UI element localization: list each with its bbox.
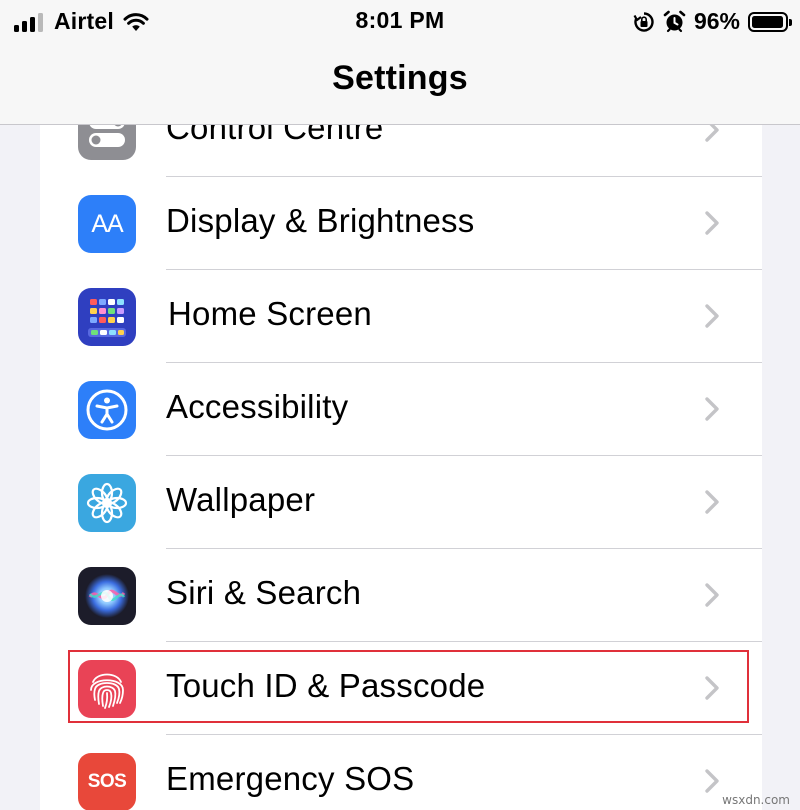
chevron-right-icon: [705, 490, 719, 514]
settings-row-siri-search[interactable]: Siri & Search: [40, 549, 762, 642]
settings-row-label: Accessibility: [166, 388, 349, 425]
settings-row-accessibility[interactable]: Accessibility: [40, 363, 762, 456]
battery-icon: [748, 11, 792, 32]
chevron-right-icon: [705, 211, 719, 235]
chevron-right-icon: [705, 304, 719, 328]
settings-row-label: Touch ID & Passcode: [166, 667, 486, 704]
chevron-right-icon: [705, 676, 719, 700]
page-title: Settings: [332, 59, 468, 97]
navigation-bar: Settings: [0, 50, 800, 125]
siri-orb-icon: [78, 567, 136, 625]
watermark: wsxdn.com: [722, 793, 790, 807]
settings-row-emergency-sos[interactable]: SOS Emergency SOS: [40, 735, 762, 810]
settings-row-home-screen[interactable]: Home Screen: [40, 270, 762, 363]
flower-icon: [78, 474, 136, 532]
fingerprint-icon: [78, 660, 136, 718]
accessibility-person-icon: [78, 381, 136, 439]
sos-icon: SOS: [78, 753, 136, 810]
chevron-right-icon: [705, 397, 719, 421]
chevron-right-icon: [705, 769, 719, 793]
settings-list: Control Centre AA Display & Brightness H…: [40, 84, 762, 810]
settings-row-label: Emergency SOS: [166, 760, 415, 797]
settings-row-wallpaper[interactable]: Wallpaper: [40, 456, 762, 549]
settings-row-display-brightness[interactable]: AA Display & Brightness: [40, 177, 762, 270]
settings-row-label: Wallpaper: [166, 481, 316, 518]
battery-percentage: 96%: [693, 8, 740, 34]
alarm-icon: [663, 10, 686, 33]
settings-row-label: Siri & Search: [166, 574, 362, 611]
text-size-icon: AA: [78, 195, 136, 253]
app-grid-icon: [78, 288, 136, 346]
settings-row-label: Home Screen: [168, 295, 372, 332]
orientation-lock-icon: [633, 11, 654, 32]
settings-row-label: Display & Brightness: [166, 202, 475, 239]
settings-row-touch-id-passcode[interactable]: Touch ID & Passcode: [40, 642, 762, 735]
chevron-right-icon: [705, 583, 719, 607]
status-bar: Airtel 8:01 PM 96%: [0, 0, 800, 50]
